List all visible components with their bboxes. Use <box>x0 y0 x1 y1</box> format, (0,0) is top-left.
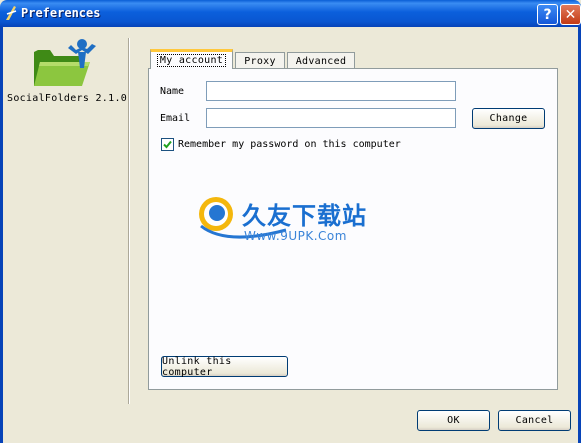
remember-password-label: Remember my password on this computer <box>178 139 401 150</box>
window-title: Preferences <box>21 6 101 20</box>
watermark-url: Www.9UPK.Com <box>244 229 347 243</box>
email-field[interactable] <box>206 108 456 128</box>
ok-button-label: OK <box>447 415 460 426</box>
tab-proxy[interactable]: Proxy <box>235 52 285 69</box>
app-name-label: SocialFolders 2.1.0 <box>7 93 128 104</box>
remember-password-checkbox[interactable] <box>161 138 174 151</box>
close-icon: ✕ <box>564 6 577 23</box>
unlink-button-label: Unlink this computer <box>162 355 232 378</box>
watermark-text: 久友下载站 <box>242 202 367 230</box>
unlink-computer-button[interactable]: Unlink this computer <box>161 355 288 378</box>
window-border-left <box>0 27 3 443</box>
close-button[interactable]: ✕ <box>560 4 581 25</box>
sidebar-separator <box>128 38 130 404</box>
tab-my-account[interactable]: My account <box>150 49 233 69</box>
tab-label: Advanced <box>295 55 347 67</box>
tab-label: My account <box>156 54 227 67</box>
ok-button[interactable]: OK <box>417 410 490 431</box>
title-bar: Preferences ? ✕ <box>0 0 581 27</box>
email-label: Email <box>160 113 191 124</box>
name-field[interactable] <box>206 81 456 101</box>
name-label: Name <box>160 86 185 97</box>
help-button[interactable]: ? <box>537 4 558 25</box>
cancel-button[interactable]: Cancel <box>498 410 571 431</box>
tab-label: Proxy <box>244 55 276 67</box>
tab-advanced[interactable]: Advanced <box>287 52 355 69</box>
cancel-button-label: Cancel <box>515 415 554 426</box>
app-icon <box>6 6 17 20</box>
change-button[interactable]: Change <box>472 108 545 129</box>
checkmark-icon <box>163 140 172 149</box>
help-icon: ? <box>543 6 552 23</box>
change-button-label: Change <box>489 113 528 124</box>
socialfolders-logo-icon <box>34 39 96 86</box>
